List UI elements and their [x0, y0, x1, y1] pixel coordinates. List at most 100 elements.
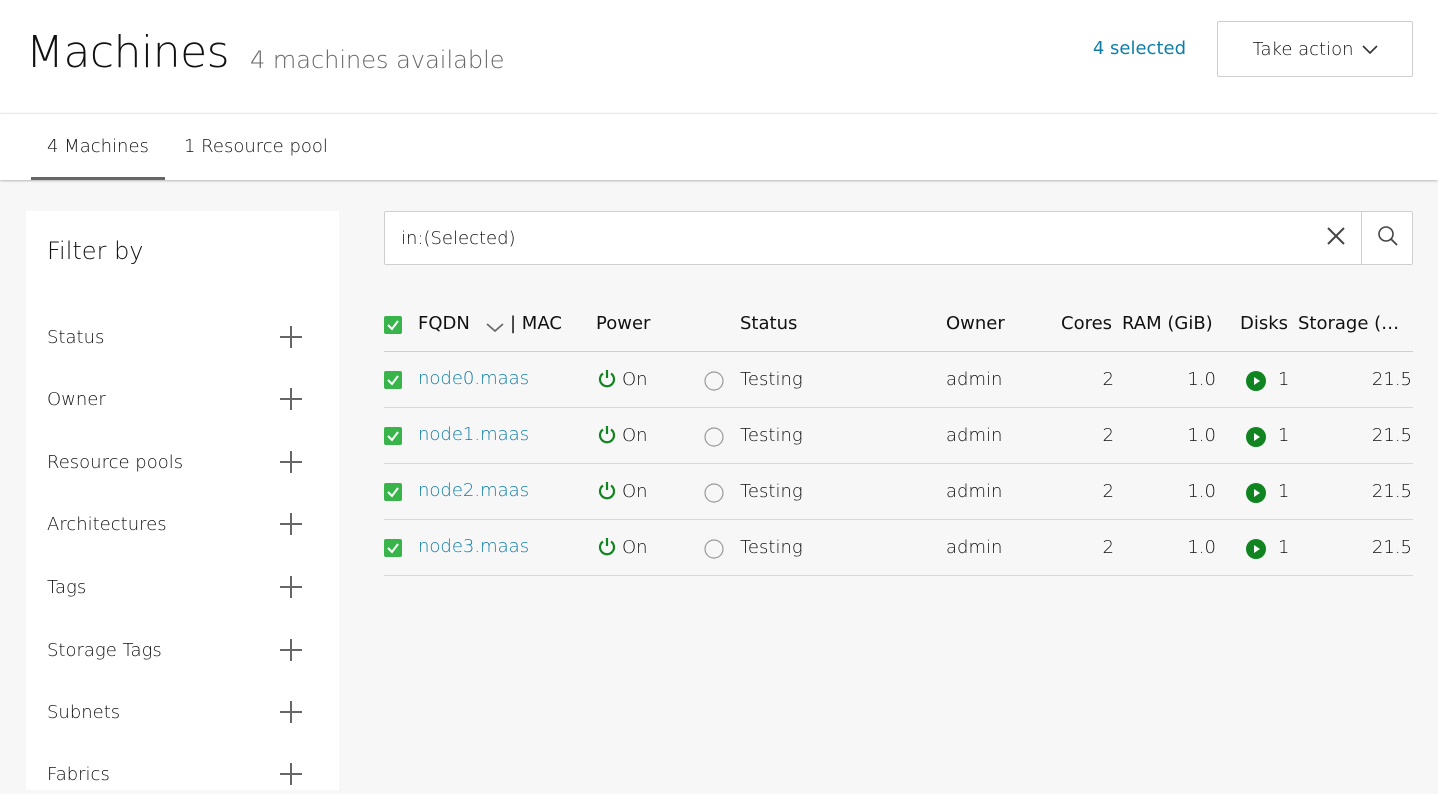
- disks-value: 1: [1278, 369, 1290, 390]
- power-state: On: [622, 425, 648, 446]
- search-input[interactable]: [385, 212, 1311, 264]
- filter-storage-tags[interactable]: Storage Tags: [47, 630, 302, 670]
- fqdn-link[interactable]: node1.maas: [418, 423, 529, 447]
- table-row[interactable]: node0.maas On Testing admin 2 1.0 1 21.5: [384, 352, 1413, 408]
- column-fqdn[interactable]: FQDN: [418, 312, 470, 336]
- plus-icon[interactable]: [280, 639, 302, 661]
- filter-label: Subnets: [47, 701, 121, 723]
- power-icon[interactable]: [597, 537, 617, 561]
- disks-value: 1: [1278, 537, 1290, 558]
- column-ram[interactable]: RAM (GiB): [1122, 312, 1213, 336]
- machines-table: FQDN | MAC Power Status Owner Cores RAM …: [384, 300, 1413, 576]
- page-title: Machines: [26, 27, 230, 78]
- column-power[interactable]: Power: [596, 312, 650, 336]
- take-action-button[interactable]: Take action: [1217, 21, 1413, 77]
- row-checkbox[interactable]: [384, 483, 402, 501]
- cores-value: 2: [1102, 481, 1114, 502]
- ram-value: 1.0: [1187, 369, 1216, 390]
- plus-icon[interactable]: [280, 388, 302, 410]
- filter-owner[interactable]: Owner: [47, 379, 302, 419]
- filter-resource-pools[interactable]: Resource pools: [47, 442, 302, 482]
- storage-value: 21.5: [1371, 425, 1412, 446]
- cores-value: 2: [1102, 369, 1114, 390]
- ram-value: 1.0: [1187, 481, 1216, 502]
- table-row[interactable]: node3.maas On Testing admin 2 1.0 1 21.5: [384, 520, 1413, 576]
- spinner-icon: [704, 483, 724, 507]
- plus-icon[interactable]: [280, 326, 302, 348]
- owner-text: admin: [946, 369, 1003, 390]
- column-owner[interactable]: Owner: [946, 312, 1005, 336]
- power-state: On: [622, 481, 648, 502]
- fqdn-link[interactable]: node0.maas: [418, 367, 529, 391]
- plus-icon[interactable]: [280, 763, 302, 785]
- ram-value: 1.0: [1187, 425, 1216, 446]
- filter-tags[interactable]: Tags: [47, 567, 302, 607]
- search-button[interactable]: [1361, 212, 1413, 264]
- tab-resource-pools[interactable]: 1 Resource pool: [168, 114, 344, 180]
- fqdn-link[interactable]: node3.maas: [418, 535, 529, 559]
- filter-label: Tags: [47, 576, 87, 598]
- table-row[interactable]: node1.maas On Testing admin 2 1.0 1 21.5: [384, 408, 1413, 464]
- selected-count-link[interactable]: 4 selected: [1093, 37, 1186, 61]
- status-text: Testing: [740, 481, 803, 502]
- take-action-label: Take action: [1252, 38, 1354, 60]
- disks-value: 1: [1278, 481, 1290, 502]
- cores-value: 2: [1102, 537, 1114, 558]
- close-icon: [1326, 226, 1346, 250]
- plus-icon[interactable]: [280, 576, 302, 598]
- row-checkbox[interactable]: [384, 427, 402, 445]
- owner-text: admin: [946, 537, 1003, 558]
- spinner-icon: [704, 371, 724, 395]
- cores-value: 2: [1102, 425, 1114, 446]
- chevron-down-icon[interactable]: [486, 318, 504, 337]
- power-state: On: [622, 369, 648, 390]
- filter-label: Status: [47, 326, 105, 348]
- page-header: Machines 4 machines available 4 selected…: [0, 0, 1438, 113]
- power-icon[interactable]: [597, 481, 617, 505]
- filter-label: Owner: [47, 388, 106, 410]
- clear-search-button[interactable]: [1311, 212, 1361, 264]
- filter-label: Resource pools: [47, 451, 184, 473]
- row-checkbox[interactable]: [384, 371, 402, 389]
- filter-subnets[interactable]: Subnets: [47, 692, 302, 732]
- play-icon[interactable]: [1246, 427, 1266, 451]
- select-all-checkbox[interactable]: [384, 316, 402, 334]
- row-checkbox[interactable]: [384, 539, 402, 557]
- power-state: On: [622, 537, 648, 558]
- play-icon[interactable]: [1246, 539, 1266, 563]
- page-subtitle: 4 machines available: [250, 46, 505, 74]
- play-icon[interactable]: [1246, 483, 1266, 507]
- column-storage[interactable]: Storage (…: [1298, 312, 1399, 336]
- filter-title: Filter by: [47, 237, 144, 265]
- owner-text: admin: [946, 425, 1003, 446]
- play-icon[interactable]: [1246, 371, 1266, 395]
- filter-architectures[interactable]: Architectures: [47, 504, 302, 544]
- search-box: [384, 211, 1413, 265]
- filter-label: Storage Tags: [47, 639, 162, 661]
- plus-icon[interactable]: [280, 451, 302, 473]
- storage-value: 21.5: [1371, 481, 1412, 502]
- plus-icon[interactable]: [280, 513, 302, 535]
- table-row[interactable]: node2.maas On Testing admin 2 1.0 1 21.5: [384, 464, 1413, 520]
- power-icon[interactable]: [597, 425, 617, 449]
- column-cores[interactable]: Cores: [1061, 312, 1112, 336]
- filter-label: Architectures: [47, 513, 167, 535]
- fqdn-link[interactable]: node2.maas: [418, 479, 529, 503]
- tab-machines[interactable]: 4 Machines: [31, 114, 165, 180]
- power-icon[interactable]: [597, 369, 617, 393]
- filter-label: Fabrics: [47, 763, 110, 785]
- disks-value: 1: [1278, 425, 1290, 446]
- owner-text: admin: [946, 481, 1003, 502]
- filter-status[interactable]: Status: [47, 317, 302, 357]
- plus-icon[interactable]: [280, 701, 302, 723]
- status-text: Testing: [740, 369, 803, 390]
- chevron-down-icon: [1361, 39, 1378, 60]
- storage-value: 21.5: [1371, 369, 1412, 390]
- column-disks[interactable]: Disks: [1240, 312, 1288, 336]
- filter-fabrics[interactable]: Fabrics: [47, 754, 302, 794]
- column-mac[interactable]: | MAC: [510, 312, 562, 336]
- status-text: Testing: [740, 537, 803, 558]
- table-header: FQDN | MAC Power Status Owner Cores RAM …: [384, 300, 1413, 352]
- column-status[interactable]: Status: [740, 312, 797, 336]
- storage-value: 21.5: [1371, 537, 1412, 558]
